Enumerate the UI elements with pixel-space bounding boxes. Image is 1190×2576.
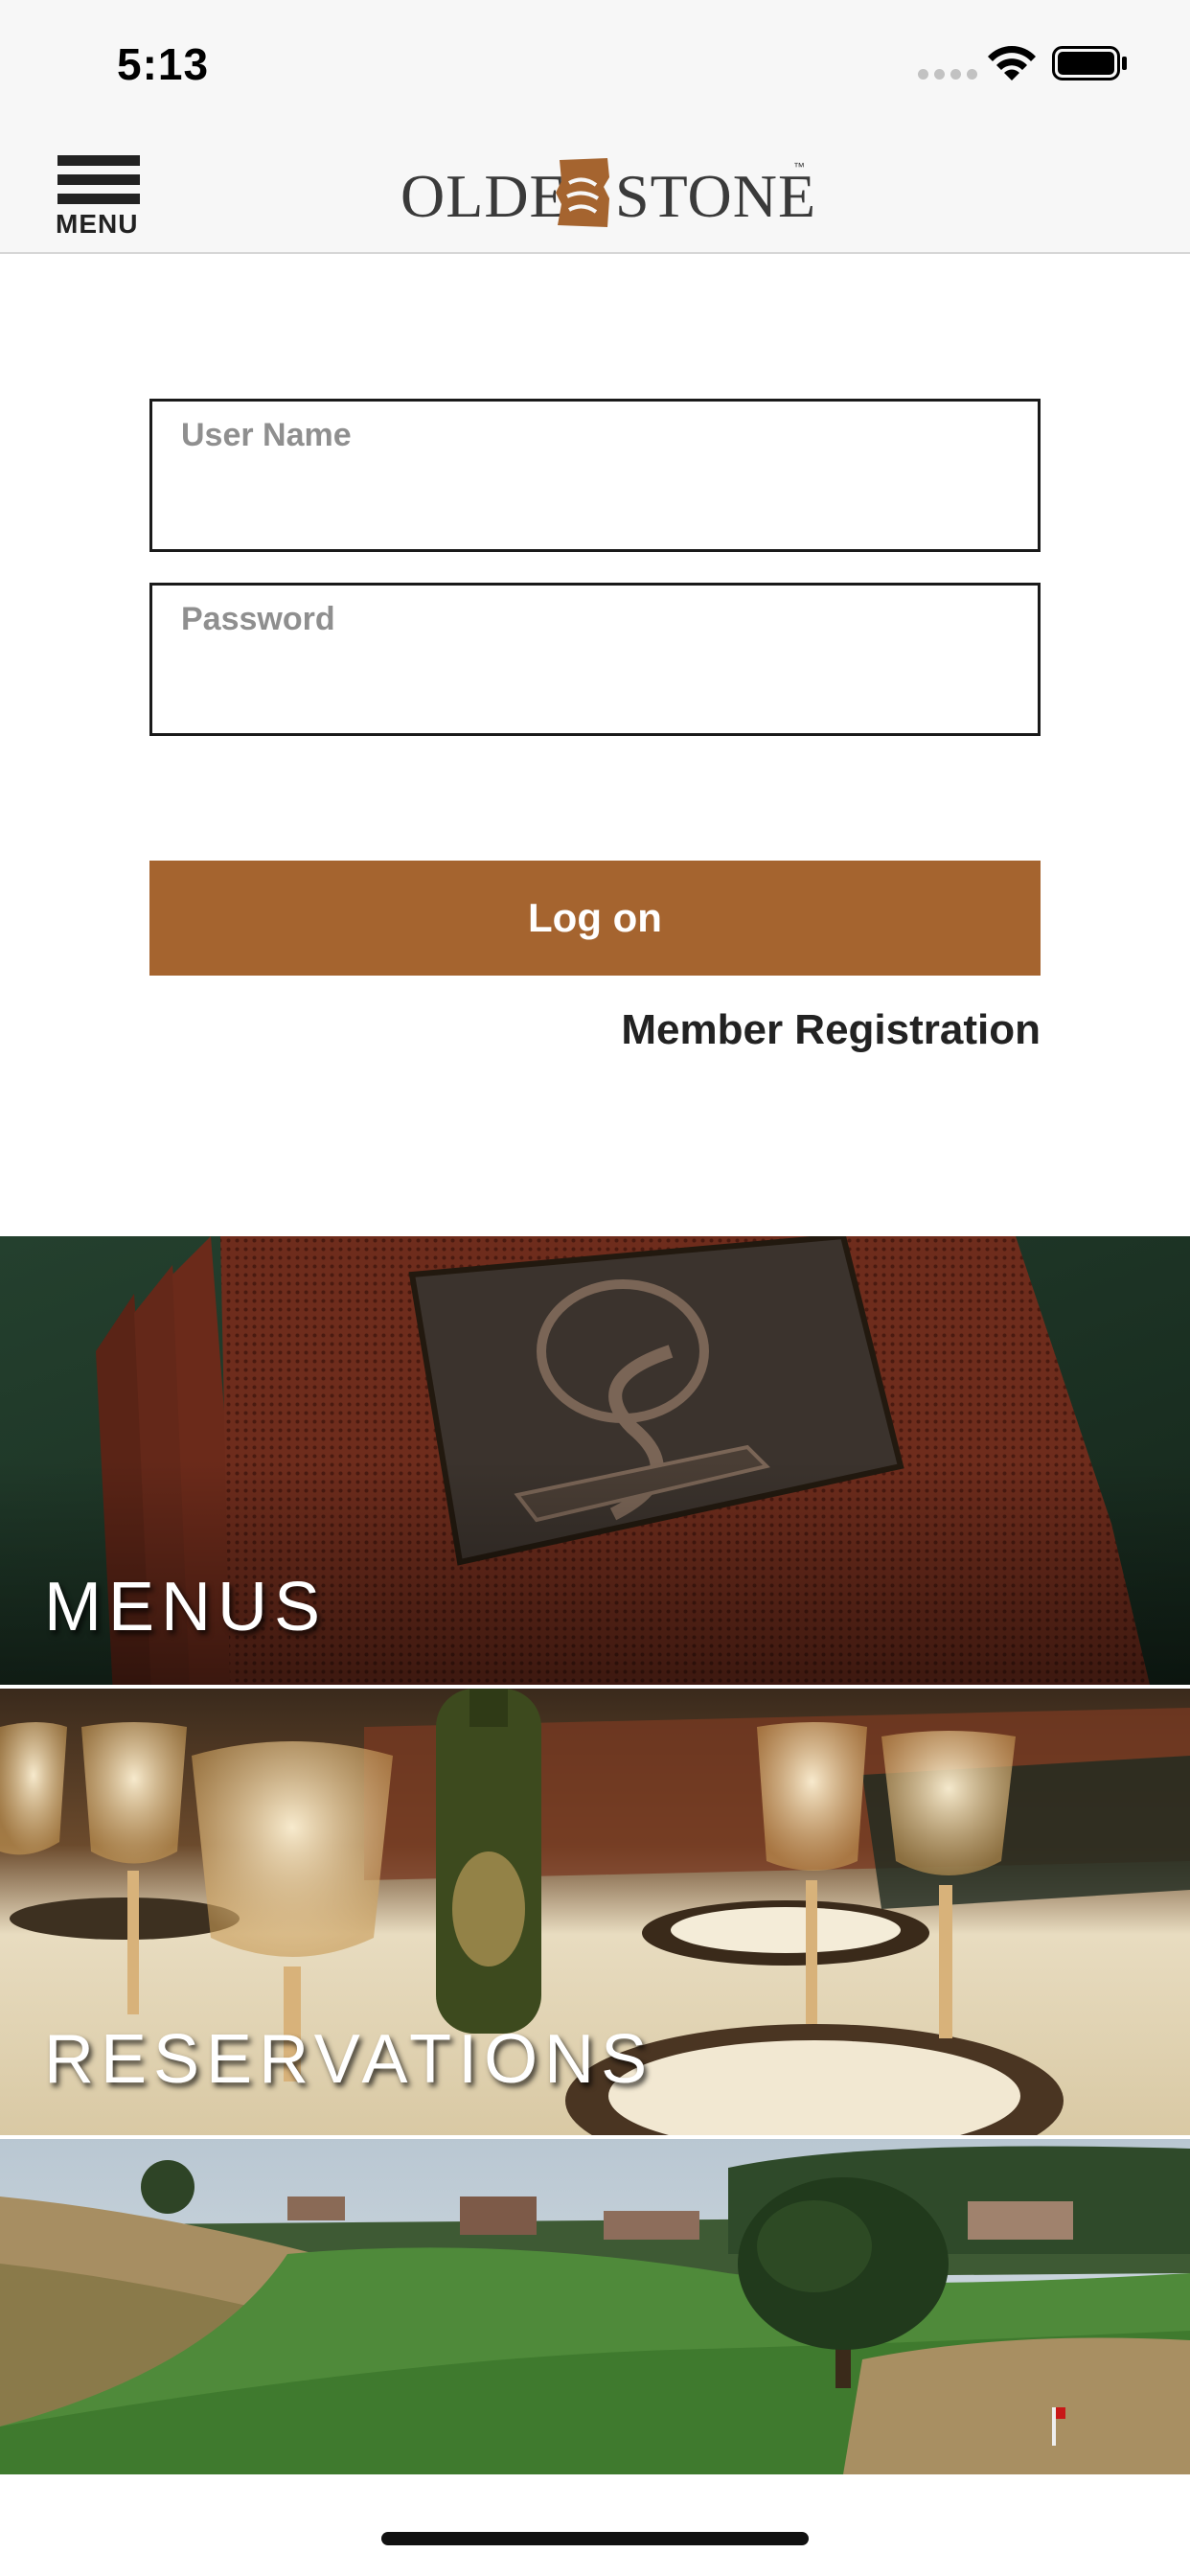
- reservations-banner-label: RESERVATIONS: [44, 2021, 654, 2098]
- username-label: User Name: [181, 417, 352, 453]
- username-field[interactable]: User Name: [149, 399, 1041, 552]
- golf-course-banner-image: [0, 2139, 1190, 2474]
- signal-dots-icon: [918, 69, 977, 82]
- hamburger-icon-bar: [57, 194, 140, 204]
- username-input[interactable]: [181, 469, 1005, 526]
- logo-text-left: OLDE: [400, 162, 568, 230]
- password-input[interactable]: [181, 653, 1005, 710]
- hamburger-icon: [57, 155, 140, 166]
- menu-button[interactable]: MENU: [54, 144, 146, 240]
- menus-banner[interactable]: MENUS: [0, 1236, 1190, 1685]
- log-on-button[interactable]: Log on: [149, 861, 1041, 976]
- reservations-banner[interactable]: RESERVATIONS: [0, 1689, 1190, 2135]
- battery-icon: [1052, 46, 1127, 80]
- logo-trademark: ™: [793, 160, 805, 173]
- wifi-icon: [988, 46, 1036, 80]
- logo-text-right: STONE: [615, 162, 817, 230]
- status-bar: 5:13: [0, 0, 1190, 125]
- status-time: 5:13: [117, 39, 210, 89]
- menu-label: MENU: [56, 209, 139, 239]
- menus-banner-label: MENUS: [44, 1569, 328, 1645]
- nav-bar: MENU OLDE STONE ™: [0, 125, 1190, 254]
- hamburger-icon-bar: [57, 174, 140, 185]
- home-indicator[interactable]: [381, 2532, 809, 2545]
- golf-course-banner[interactable]: [0, 2139, 1190, 2474]
- logo-stone-mark-icon: [556, 158, 609, 227]
- olde-stone-logo: OLDE STONE ™: [400, 149, 815, 235]
- member-registration-link[interactable]: Member Registration: [621, 1006, 1041, 1054]
- password-label: Password: [181, 601, 335, 637]
- password-field[interactable]: Password: [149, 583, 1041, 736]
